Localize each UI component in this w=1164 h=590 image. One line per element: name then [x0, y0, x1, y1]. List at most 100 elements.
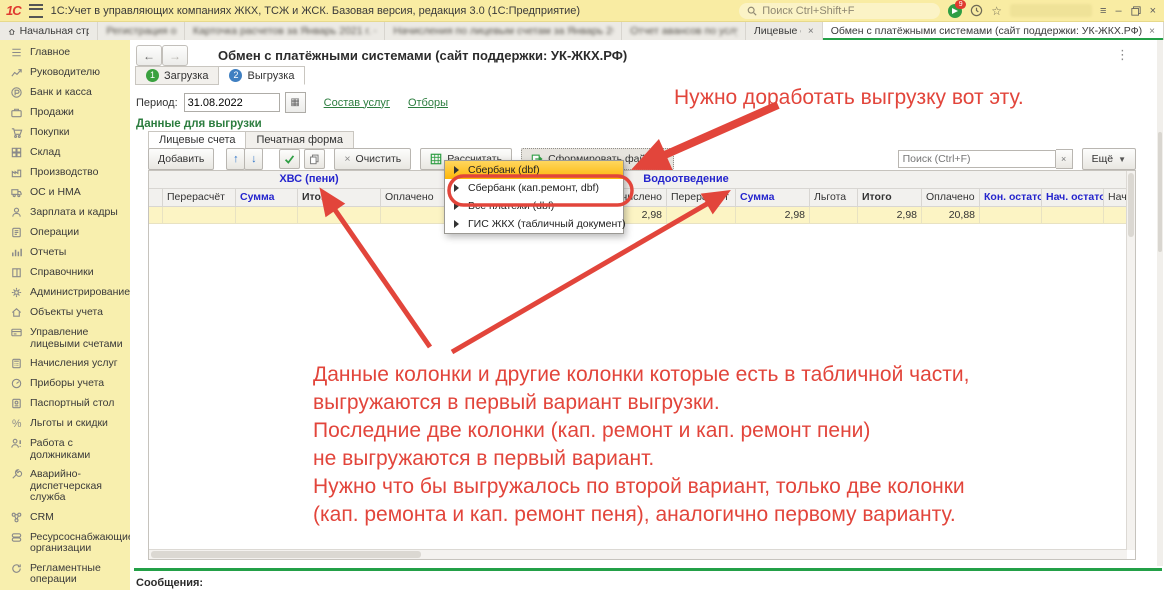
sidebar-item-resources[interactable]: Ресурсоснабжающие организации [0, 528, 130, 559]
column-header-13[interactable]: Нач. остаток [1042, 189, 1104, 206]
column-header-9[interactable]: Льгота [810, 189, 858, 206]
sidebar-item-percent[interactable]: %Льготы и скидки [0, 414, 130, 434]
sidebar-item-sales[interactable]: Продажи [0, 103, 130, 123]
close-window-icon[interactable]: × [1150, 5, 1156, 17]
table-cell-7[interactable] [667, 207, 736, 223]
tab-zagruzka[interactable]: 1 Загрузка [135, 66, 219, 85]
column-header-11[interactable]: Оплачено [922, 189, 980, 206]
back-button[interactable]: ← [136, 45, 162, 66]
clear-button[interactable]: × Очистить [334, 148, 411, 170]
tab-print-form[interactable]: Печатная форма [246, 131, 353, 149]
column-header-3[interactable]: Итого [298, 189, 381, 206]
column-header-0[interactable] [149, 189, 163, 206]
sidebar-item-accounts[interactable]: Управление лицевыми счетами [0, 323, 130, 354]
close-tab-icon[interactable]: × [1149, 26, 1155, 37]
tab-vygruzka[interactable]: 2 Выгрузка [219, 66, 305, 85]
sidebar-item-operations[interactable]: Операции [0, 223, 130, 243]
table-cell-2[interactable] [236, 207, 298, 223]
sidebar-item-label: Управление лицевыми счетами [30, 327, 126, 350]
table-cell-11[interactable]: 20,88 [922, 207, 980, 223]
move-down-icon[interactable]: ↓ [244, 148, 263, 170]
sidebar-item-cart[interactable]: Покупки [0, 123, 130, 143]
table-cell-8[interactable]: 2,98 [736, 207, 810, 223]
close-tab-icon[interactable]: × [808, 26, 814, 37]
table-cell-3[interactable] [298, 207, 381, 223]
table-cell-4[interactable] [381, 207, 446, 223]
window-tab-6[interactable]: Обмен с платёжными системами (сайт подде… [823, 22, 1164, 40]
sidebar-item-chart-line[interactable]: Руководителю [0, 63, 130, 83]
column-header-7[interactable]: Перерасчёт [667, 189, 736, 206]
window-tab-4[interactable]: Отчет авансов по услугам ЖКХ [622, 22, 746, 40]
sidebar-item-charges[interactable]: Начисления услуг [0, 354, 130, 374]
sidebar-item-passport[interactable]: Паспортный стол [0, 394, 130, 414]
window-tab-5[interactable]: Лицевые счета× [746, 22, 823, 40]
sidebar-item-label: Работа с должниками [30, 438, 126, 461]
table-cell-1[interactable] [163, 207, 236, 223]
column-header-12[interactable]: Кон. остаток [980, 189, 1042, 206]
operations-icon [10, 226, 23, 239]
sidebar-item-gear[interactable]: Администрирование [0, 283, 130, 303]
period-input[interactable] [184, 93, 280, 112]
forward-button[interactable]: → [162, 45, 188, 66]
sidebar-item-assets[interactable]: ОС и НМА [0, 183, 130, 203]
sidebar-item-objects[interactable]: Объекты учета [0, 303, 130, 323]
window-tab-3[interactable]: Начисления по лицевым счетам за Январь 2… [385, 22, 622, 40]
dropdown-item-2[interactable]: Все платежи (dbf) [445, 197, 623, 215]
main-menu-icon[interactable] [29, 4, 43, 18]
submenu-arrow-icon [454, 202, 459, 210]
sidebar-item-warehouse[interactable]: Склад [0, 143, 130, 163]
sidebar-item-production[interactable]: Производство [0, 163, 130, 183]
add-button[interactable]: Добавить [148, 148, 214, 170]
filters-link[interactable]: Отборы [408, 97, 448, 109]
favorites-star-icon[interactable]: ☆ [991, 5, 1002, 17]
form-scrollbar[interactable] [1157, 40, 1163, 566]
sidebar-item-debtors[interactable]: Работа с должниками [0, 434, 130, 465]
sidebar-item-person[interactable]: Зарплата и кадры [0, 203, 130, 223]
column-header-4[interactable]: Оплачено [381, 189, 446, 206]
table-cell-9[interactable] [810, 207, 858, 223]
column-header-1[interactable]: Перерасчёт [163, 189, 236, 206]
table-cell-0[interactable] [149, 207, 163, 223]
table-horizontal-scrollbar[interactable] [149, 549, 1127, 559]
calendar-icon[interactable]: ▦ [285, 92, 306, 113]
taskbar-icon[interactable]: ≡ [1100, 5, 1106, 17]
window-tab-label: Карточка расчетов за Январь 2021 г. - Де… [193, 25, 376, 37]
annotation-line: Последние две колонки (кап. ремонт и кап… [313, 417, 969, 445]
tab-accounts[interactable]: Лицевые счета [148, 131, 246, 149]
minimize-icon[interactable]: – [1115, 5, 1121, 17]
sidebar-item-catalog[interactable]: Справочники [0, 263, 130, 283]
restore-icon[interactable] [1131, 6, 1141, 16]
move-up-icon[interactable]: ↑ [226, 148, 245, 170]
sidebar-item-emergency[interactable]: Аварийно-диспетчерская служба [0, 465, 130, 508]
dropdown-item-0[interactable]: Сбербанк (dbf) [445, 161, 623, 179]
window-tab-0[interactable]: Начальная страница [0, 22, 98, 40]
window-tab-1[interactable]: Регистрация оплаты [98, 22, 185, 40]
table-vertical-scrollbar[interactable] [1126, 171, 1135, 550]
table-cell-12[interactable] [980, 207, 1042, 223]
sidebar-item-bank[interactable]: Банк и касса [0, 83, 130, 103]
sidebar-item-crm[interactable]: CRM [0, 508, 130, 528]
global-search-input[interactable]: Поиск Ctrl+Shift+F [739, 3, 940, 19]
table-row[interactable]: 2,982,982,9820,88 [149, 207, 1135, 224]
form-more-icon[interactable]: ⋮ [1116, 47, 1130, 63]
column-header-2[interactable]: Сумма [236, 189, 298, 206]
column-header-8[interactable]: Сумма [736, 189, 810, 206]
column-header-10[interactable]: Итого [858, 189, 922, 206]
services-link[interactable]: Состав услуг [324, 97, 390, 109]
sidebar-item-menu[interactable]: Главное [0, 43, 130, 63]
more-button[interactable]: Ещё ▼ [1082, 148, 1136, 170]
notifications-icon[interactable]: 9 [948, 4, 962, 18]
dropdown-item-3[interactable]: ГИС ЖКХ (табличный документ) [445, 215, 623, 233]
check-mark-icon[interactable] [279, 149, 300, 169]
sidebar-item-meter[interactable]: Приборы учета [0, 374, 130, 394]
table-search-input[interactable] [898, 150, 1056, 168]
table-cell-10[interactable]: 2,98 [858, 207, 922, 223]
sidebar-item-routine[interactable]: Регламентные операции [0, 559, 130, 590]
table-cell-13[interactable] [1042, 207, 1104, 223]
sidebar-item-reports[interactable]: Отчеты [0, 243, 130, 263]
dropdown-item-1[interactable]: Сбербанк (кап.ремонт, dbf) [445, 179, 623, 197]
clear-search-icon[interactable]: × [1056, 149, 1073, 169]
window-tab-2[interactable]: Карточка расчетов за Январь 2021 г. - Де… [185, 22, 385, 40]
history-icon[interactable] [970, 4, 983, 17]
copy-icon[interactable] [304, 149, 325, 169]
